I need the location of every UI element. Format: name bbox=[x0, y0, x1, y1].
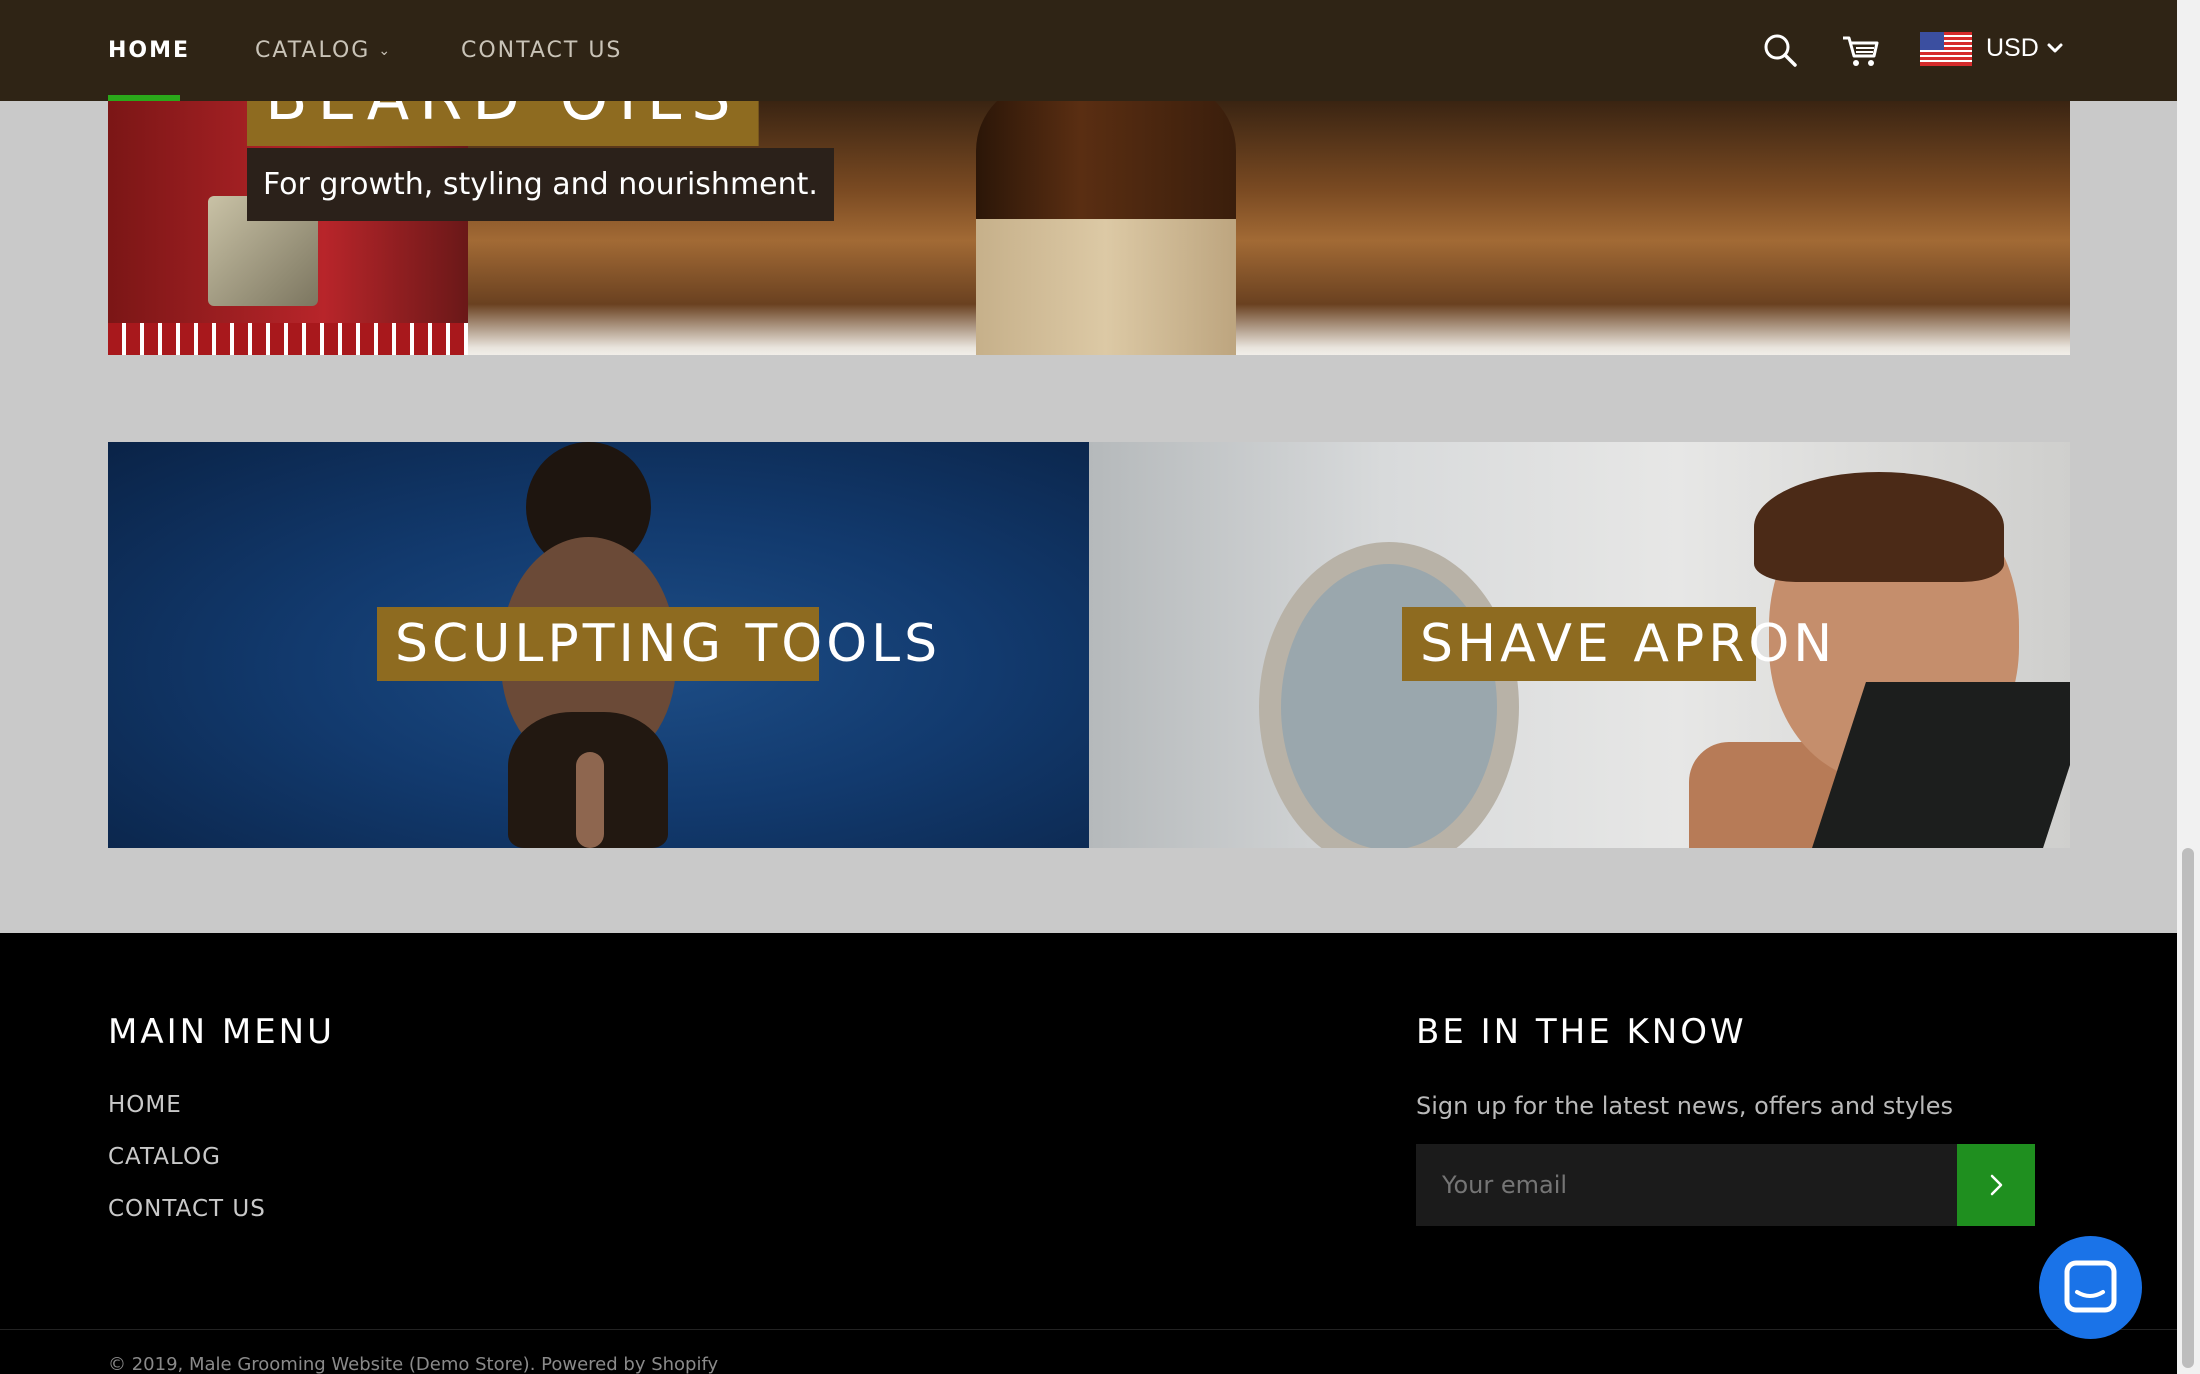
footer-copyright: © 2019, Male Grooming Website (Demo Stor… bbox=[108, 1354, 719, 1374]
chevron-down-icon: ⌄ bbox=[378, 43, 393, 59]
newsletter-description: Sign up for the latest news, offers and … bbox=[1416, 1092, 1953, 1120]
collection-tile-sculpting-tools[interactable]: SCULPTING TOOLS bbox=[108, 442, 1089, 848]
newsletter-submit-button[interactable] bbox=[1957, 1144, 2035, 1226]
nav-catalog-label: CATALOG bbox=[255, 38, 371, 63]
footer-link-home[interactable]: HOME bbox=[108, 1090, 182, 1120]
tile-label: SHAVE APRON bbox=[1402, 607, 1832, 681]
footer-link-contact[interactable]: CONTACT US bbox=[108, 1194, 266, 1224]
cart-icon[interactable] bbox=[1838, 28, 1882, 72]
footer-link-catalog[interactable]: CATALOG bbox=[108, 1142, 221, 1172]
nav-contact[interactable]: CONTACT US bbox=[461, 36, 622, 66]
chat-launcher-button[interactable] bbox=[2039, 1236, 2142, 1339]
nav-active-indicator bbox=[108, 95, 180, 101]
tile-image-mirror bbox=[1259, 542, 1519, 848]
scrollbar-thumb[interactable] bbox=[2182, 848, 2194, 1368]
hero-subtitle: For growth, styling and nourishment. bbox=[247, 148, 834, 221]
footer-newsletter-heading: BE IN THE KNOW bbox=[1416, 1012, 1747, 1052]
tile-image-finger bbox=[576, 752, 604, 848]
chevron-down-icon[interactable] bbox=[2045, 38, 2065, 58]
nav-catalog[interactable]: CATALOG ⌄ bbox=[255, 36, 392, 66]
footer-divider bbox=[0, 1329, 2177, 1330]
tile-image-hair bbox=[1754, 472, 2004, 582]
nav-home[interactable]: HOME bbox=[108, 36, 190, 66]
chevron-right-icon bbox=[1990, 1174, 2003, 1196]
footer-menu-heading: MAIN MENU bbox=[108, 1012, 335, 1052]
us-flag-icon[interactable] bbox=[1920, 32, 1972, 66]
search-icon[interactable] bbox=[1758, 28, 1802, 72]
tile-label: SCULPTING TOOLS bbox=[377, 607, 937, 681]
collection-tile-shave-apron[interactable]: SHAVE APRON bbox=[1089, 442, 2070, 848]
hero-bottle-label bbox=[976, 219, 1236, 355]
site-header: HOME CATALOG ⌄ CONTACT US USD bbox=[0, 0, 2177, 101]
newsletter-email-input[interactable] bbox=[1416, 1144, 1957, 1226]
chat-icon bbox=[2064, 1260, 2117, 1313]
currency-selector[interactable]: USD bbox=[1986, 31, 2039, 65]
hero-clipper-teeth bbox=[108, 323, 468, 355]
